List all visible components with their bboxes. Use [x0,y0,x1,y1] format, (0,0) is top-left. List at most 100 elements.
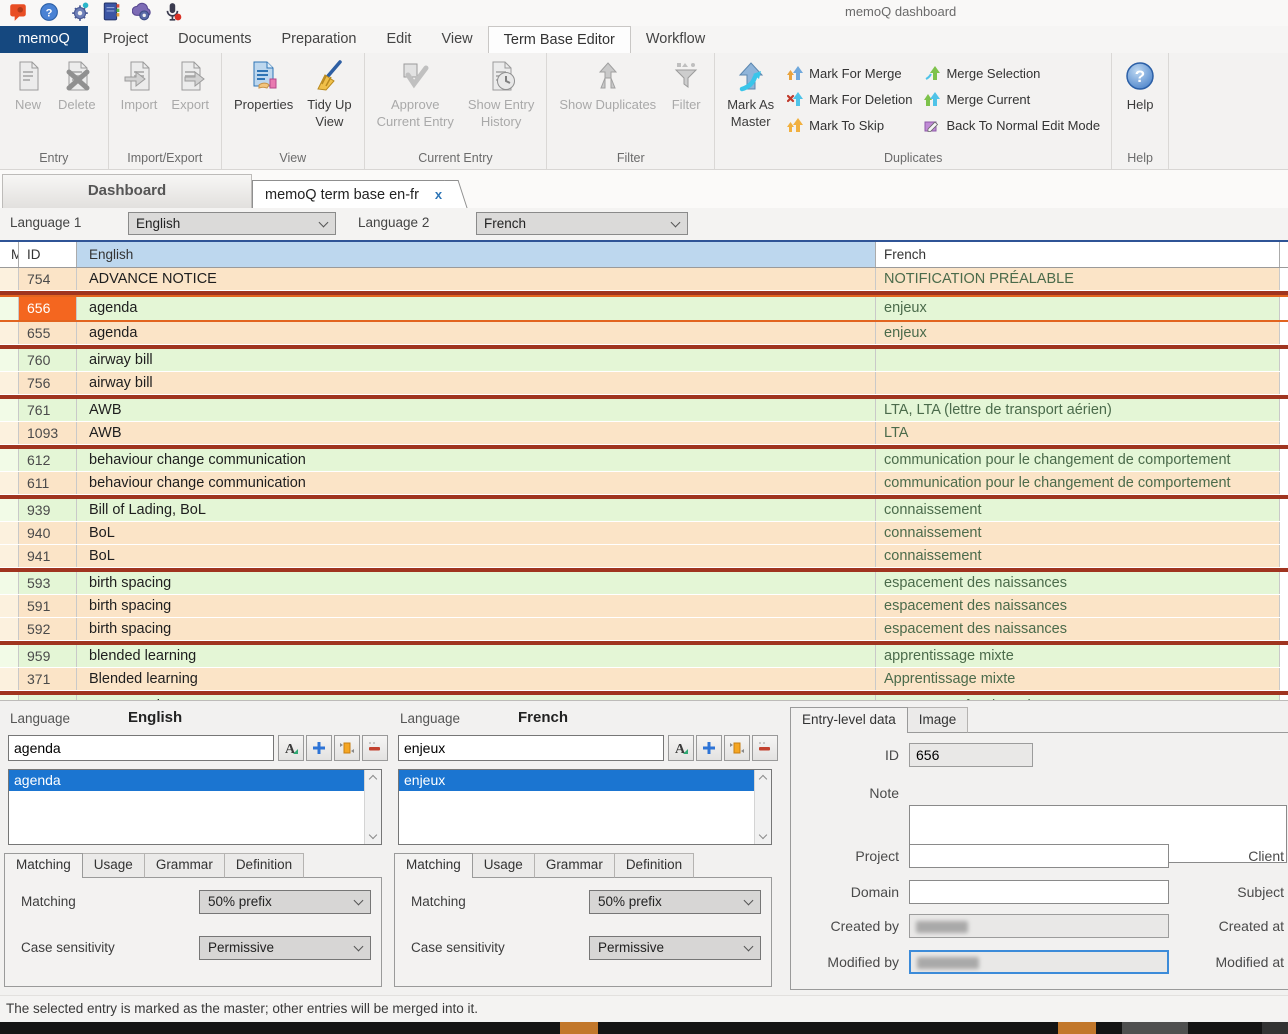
scroll-up-icon[interactable] [369,775,377,783]
tab-term-base-en-fr[interactable]: memoQ term base en-fr x [252,180,455,208]
case-sensitivity-dropdown[interactable]: Permissive [199,936,371,960]
term-list[interactable]: enjeux [398,769,772,845]
ribbon-button-help[interactable]: ?Help [1117,56,1163,144]
svg-text:?: ? [1135,67,1145,86]
language-2-dropdown[interactable]: French [476,212,688,235]
project-field[interactable] [909,844,1169,868]
tab-definition[interactable]: Definition [615,853,694,878]
tab-matching[interactable]: Matching [394,853,473,878]
term-row-754[interactable]: 754ADVANCE NOTICENOTIFICATION PRÉALABLE [0,268,1288,291]
term-row-371[interactable]: 371Blended learningApprentissage mixte [0,668,1288,691]
tab-grammar[interactable]: Grammar [145,853,225,878]
ribbon-button-show-entry-history: Show Entry History [461,56,541,144]
close-tab-icon[interactable]: x [435,187,442,202]
term-text-input[interactable] [8,735,274,761]
help-circle-icon[interactable]: ? [39,2,59,22]
case-sensitivity-dropdown[interactable]: Permissive [589,936,761,960]
remove-term-button[interactable] [752,735,778,761]
term-row-612[interactable]: 612behaviour change communicationcommuni… [0,449,1288,472]
ribbon-button-mark-for-deletion[interactable]: Mark For Deletion [781,86,918,112]
dictation-mic-icon[interactable] [163,2,183,22]
matching-dropdown[interactable]: 50% prefix [199,890,371,914]
tab-definition[interactable]: Definition [225,853,304,878]
term-layout-button[interactable] [334,735,360,761]
term-row-761[interactable]: 761AWBLTA, LTA (lettre de transport aéri… [0,399,1288,422]
ribbon-button-merge-current[interactable]: Merge Current [918,86,1106,112]
tab-usage[interactable]: Usage [473,853,535,878]
term-list-scrollbar[interactable] [364,770,381,844]
menu-term-base-editor[interactable]: Term Base Editor [488,26,631,53]
column-header-english[interactable]: English [77,242,876,267]
term-row-760[interactable]: 760airway bill [0,349,1288,372]
term-row-591[interactable]: 591birth spacingespacement des naissance… [0,595,1288,618]
term-text-input[interactable] [398,735,664,761]
term-row-941[interactable]: 941BoLconnaissement [0,545,1288,568]
language-1-dropdown[interactable]: English [128,212,336,235]
menu-documents[interactable]: Documents [163,26,266,53]
id-label: ID [799,747,899,763]
column-header-id[interactable]: ID [19,242,77,267]
resource-console-icon[interactable] [132,2,152,22]
created-by-field [909,914,1169,938]
term-layout-button[interactable] [724,735,750,761]
term-list[interactable]: agenda [8,769,382,845]
add-term-button[interactable] [306,735,332,761]
term-case-button[interactable]: A [668,735,694,761]
domain-field[interactable] [909,880,1169,904]
term-row-940[interactable]: 940BoLconnaissement [0,522,1288,545]
term-row-655[interactable]: 655agendaenjeux [0,322,1288,345]
term-case-button[interactable]: A [278,735,304,761]
term-list-item[interactable]: enjeux [399,770,771,791]
tab-term-base-label: memoQ term base en-fr [265,187,419,203]
entry-level-data-box: ID Note Project Domain Created by Modifi… [790,732,1288,990]
term-row-656[interactable]: 656agendaenjeux [0,295,1288,322]
term-row-959[interactable]: 959blended learningapprentissage mixte [0,645,1288,668]
tab-image[interactable]: Image [908,707,969,733]
menu-preparation[interactable]: Preparation [266,26,371,53]
tab-dashboard[interactable]: Dashboard [2,174,252,208]
ribbon-button-mark-for-merge[interactable]: Mark For Merge [781,60,918,86]
term-row-593[interactable]: 593birth spacingespacement des naissance… [0,572,1288,595]
menu-project[interactable]: Project [88,26,163,53]
tab-grammar[interactable]: Grammar [535,853,615,878]
term-row-756[interactable]: 756airway bill [0,372,1288,395]
term-row-611[interactable]: 611behaviour change communicationcommuni… [0,472,1288,495]
term-base-grid: MIDEnglishFrench754ADVANCE NOTICENOTIFIC… [0,240,1288,700]
memoq-logo-icon[interactable] [8,2,28,22]
chevron-down-icon [354,896,364,906]
scroll-down-icon[interactable] [759,831,767,839]
ribbon-button-mark-to-skip[interactable]: Mark To Skip [781,112,918,138]
id-field[interactable] [909,743,1033,767]
ribbon-button-delete: Delete [51,56,103,144]
ribbon-button-tidy-up-view[interactable]: Tidy Up View [300,56,358,144]
tab-usage[interactable]: Usage [83,853,145,878]
menu-memoq[interactable]: memoQ [0,26,88,53]
column-header-french[interactable]: French [876,242,1280,267]
french-term-cell: enjeux [876,322,1280,344]
doc-new-icon [12,60,44,92]
menu-workflow[interactable]: Workflow [631,26,720,53]
term-list-scrollbar[interactable] [754,770,771,844]
ribbon-button-properties[interactable]: Properties [227,56,300,144]
matching-dropdown[interactable]: 50% prefix [589,890,761,914]
menu-view[interactable]: View [426,26,487,53]
term-row-939[interactable]: 939Bill of Lading, BoLconnaissement [0,499,1288,522]
ribbon-button-back-to-normal-edit-mode[interactable]: Back To Normal Edit Mode [918,112,1106,138]
ribbon-button-merge-selection[interactable]: Merge Selection [918,60,1106,86]
master-mark-cell [0,472,19,494]
remove-term-button[interactable] [362,735,388,761]
modified-by-field[interactable] [909,950,1169,974]
tab-matching[interactable]: Matching [4,853,83,878]
term-row-1093[interactable]: 1093AWBLTA [0,422,1288,445]
settings-gear-icon[interactable] [70,2,90,22]
term-list-item[interactable]: agenda [9,770,381,791]
add-term-button[interactable] [696,735,722,761]
menu-edit[interactable]: Edit [371,26,426,53]
scroll-down-icon[interactable] [369,831,377,839]
scroll-up-icon[interactable] [759,775,767,783]
term-row-592[interactable]: 592birth spacingespacement des naissance… [0,618,1288,641]
ribbon-button-mark-as-master[interactable]: Mark As Master [720,56,781,144]
term-base-book-icon[interactable] [101,2,121,22]
column-header-master[interactable]: M [0,242,19,267]
tab-entry-level-data[interactable]: Entry-level data [790,707,908,733]
